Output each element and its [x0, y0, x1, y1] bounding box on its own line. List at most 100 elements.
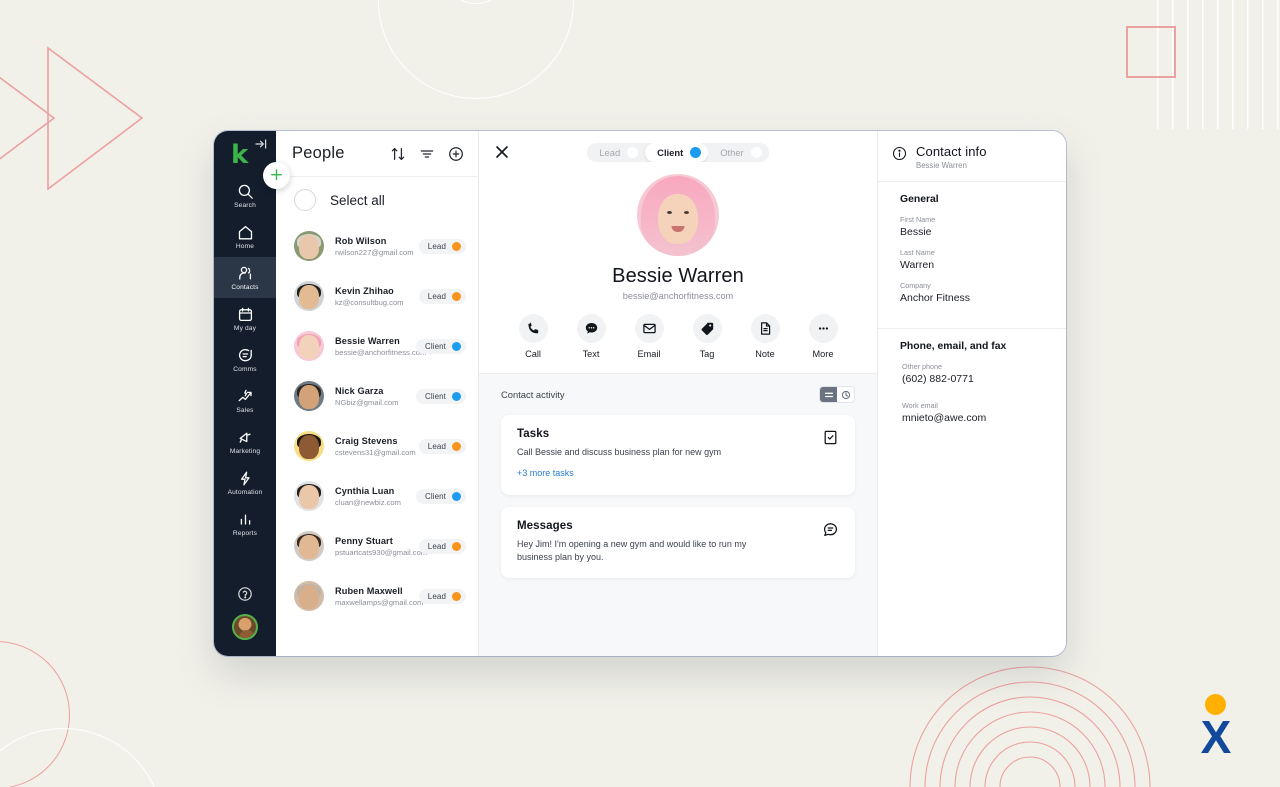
list-item[interactable]: Cynthia Luan cluan@newbiz.com Client [276, 471, 478, 521]
status-badge[interactable]: Lead [418, 588, 466, 604]
status-badge[interactable]: Client [415, 488, 466, 504]
sidebar-item-automation[interactable]: Automation [214, 462, 276, 503]
contact-list[interactable]: Rob Wilson rwilson227@gmail.com Lead Kevin … [276, 221, 478, 656]
add-button-fab[interactable]: + [263, 162, 290, 189]
sidebar-item-reports[interactable]: Reports [214, 503, 276, 544]
sidebar-item-marketing[interactable]: Marketing [214, 421, 276, 462]
sidebar-item-sales[interactable]: Sales [214, 380, 276, 421]
plus-circle-icon[interactable] [448, 146, 464, 162]
filter-icon[interactable] [419, 146, 435, 162]
segment-lead-label: Lead [599, 147, 621, 158]
status-badge-label: Client [424, 491, 446, 501]
expand-panel-icon[interactable] [254, 137, 268, 151]
action-text-label: Text [582, 349, 600, 359]
contact-name: Craig Stevens [335, 435, 398, 446]
action-call[interactable]: Call [510, 314, 556, 359]
field-first-name[interactable]: First Name Bessie [900, 215, 1052, 238]
app-logo[interactable]: k [231, 142, 248, 168]
activity-card-title: Messages [517, 520, 573, 533]
field-work-email[interactable]: Work email mnieto@awe.com [900, 401, 1052, 424]
quick-actions: Call Text Email Tag Note More [495, 314, 861, 373]
list-view-toggle[interactable] [820, 387, 837, 402]
action-note[interactable]: Note [742, 314, 788, 359]
avatar-face [299, 384, 319, 409]
decorative-square [1126, 26, 1176, 78]
sidebar-item-contacts[interactable]: Contacts [214, 257, 276, 298]
avatar [294, 581, 324, 611]
field-first-name-label: First Name [900, 215, 936, 224]
segment-lead[interactable]: Lead [587, 143, 646, 162]
status-badge-label: Lead [427, 241, 446, 251]
activity-header: Contact activity [501, 386, 855, 403]
segment-other[interactable]: Other [708, 143, 769, 162]
list-item[interactable]: Craig Stevens cstevens31@gmail.com Lead [276, 421, 478, 471]
sort-arrows-icon[interactable] [390, 146, 406, 162]
status-badge-label: Lead [427, 441, 446, 451]
avatar [294, 331, 324, 361]
ellipsis-icon [808, 314, 838, 343]
home-icon [237, 224, 254, 241]
contact-info-panel: Contact info Bessie Warren General First… [878, 131, 1066, 656]
action-email-label: Email [637, 349, 661, 359]
action-tag[interactable]: Tag [684, 314, 730, 359]
status-badge[interactable]: Lead [418, 438, 466, 454]
avatar-eye-right [684, 211, 689, 214]
action-more-label: More [812, 349, 834, 359]
sidebar-label-automation: Automation [227, 488, 263, 496]
avatar-face [299, 584, 319, 609]
list-item[interactable]: Rob Wilson rwilson227@gmail.com Lead [276, 221, 478, 271]
status-badge-dot [452, 341, 461, 351]
status-badge[interactable]: Lead [418, 238, 466, 254]
status-badge[interactable]: Client [415, 338, 466, 354]
status-badge[interactable]: Client [415, 388, 466, 404]
action-text[interactable]: Text [568, 314, 614, 359]
section-phone-heading: Phone, email, and fax [900, 341, 1007, 352]
contact-name: Penny Stuart [335, 535, 393, 546]
list-header: People [276, 131, 478, 177]
sidebar-item-home[interactable]: Home [214, 216, 276, 257]
timeline-view-toggle[interactable] [837, 387, 854, 402]
status-badge-label: Client [424, 391, 446, 401]
sidebar-label-home: Home [235, 242, 255, 250]
more-tasks-link[interactable]: +3 more tasks [517, 468, 574, 478]
action-more[interactable]: More [800, 314, 846, 359]
user-avatar[interactable] [232, 614, 258, 640]
segment-client[interactable]: Client [645, 143, 709, 162]
section-phone-email-fax: Phone, email, and fax Other phone (602) … [878, 328, 1066, 454]
avatar-face [299, 484, 319, 509]
sidebar-nav: Search Home Contacts My day Comms Sales … [214, 175, 276, 544]
avatar [294, 431, 324, 461]
select-all-row[interactable]: Select all [276, 177, 478, 221]
field-company[interactable]: Company Anchor Fitness [900, 281, 1052, 304]
list-item[interactable]: Penny Stuart pstuartcats930@gmail.com Lead [276, 521, 478, 571]
status-badge-label: Client [424, 341, 446, 351]
contact-name: Nick Garza [335, 385, 384, 396]
chat-icon [237, 347, 254, 364]
activity-card-messages[interactable]: Messages Hey Jim! I'm opening a new gym … [501, 507, 855, 579]
sidebar-label-search: Search [234, 201, 256, 209]
close-icon[interactable] [493, 143, 511, 161]
action-email[interactable]: Email [626, 314, 672, 359]
help-circle-icon[interactable] [237, 586, 253, 602]
list-item[interactable]: Nick Garza NGbiz@gmail.com Client [276, 371, 478, 421]
sidebar-item-comms[interactable]: Comms [214, 339, 276, 380]
field-last-name[interactable]: Last Name Warren [900, 248, 1052, 271]
note-icon [750, 314, 780, 343]
people-list-panel: People Select all Rob Wilson rwilson227@… [276, 131, 479, 656]
contact-name: Rob Wilson [335, 235, 387, 246]
field-other-phone[interactable]: Other phone (602) 882-0771 [900, 362, 1052, 385]
tag-icon [692, 314, 722, 343]
action-tag-label: Tag [699, 349, 715, 359]
list-item[interactable]: Ruben Maxwell maxwellamps@gmail.com Lead [276, 571, 478, 621]
list-item[interactable]: Kevin Zhihao kz@consultbug.com Lead [276, 271, 478, 321]
select-all-checkbox[interactable] [294, 189, 316, 211]
status-badge[interactable]: Lead [418, 288, 466, 304]
list-item[interactable]: Bessie Warren bessie@anchorfitness.com Cli… [276, 321, 478, 371]
status-badge[interactable]: Lead [418, 538, 466, 554]
sidebar-item-my-day[interactable]: My day [214, 298, 276, 339]
contact-hero: Bessie Warren bessie@anchorfitness.com [495, 162, 861, 301]
contact-email: NGbiz@gmail.com [335, 397, 399, 407]
activity-card-tasks[interactable]: Tasks Call Bessie and discuss business p… [501, 415, 855, 496]
contact-info-subtitle: Bessie Warren [916, 161, 967, 170]
status-badge-label: Lead [427, 591, 446, 601]
